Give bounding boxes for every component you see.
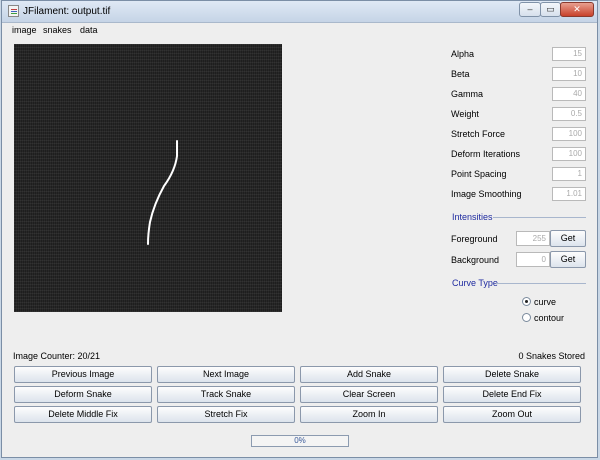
zoom-out-button[interactable]: Zoom Out xyxy=(443,406,581,423)
app-window: JFilament: output.tif – ▭ ✕ image snakes… xyxy=(1,0,598,458)
menu-data[interactable]: data xyxy=(80,25,98,35)
curve-radio-label[interactable]: curve xyxy=(534,297,556,307)
param-field-image-smoothing[interactable]: 1.01 xyxy=(552,187,586,201)
intensities-title: Intensities xyxy=(452,212,493,222)
next-image-button[interactable]: Next Image xyxy=(157,366,295,383)
foreground-get-button[interactable]: Get xyxy=(550,230,586,247)
progress-bar: 0% xyxy=(251,435,349,447)
previous-image-button[interactable]: Previous Image xyxy=(14,366,152,383)
param-label-point-spacing: Point Spacing xyxy=(451,169,507,179)
zoom-in-button[interactable]: Zoom In xyxy=(300,406,438,423)
maximize-button[interactable]: ▭ xyxy=(540,2,561,17)
filament-curve xyxy=(147,140,178,245)
param-label-gamma: Gamma xyxy=(451,89,484,99)
progress-text: 0% xyxy=(294,436,306,445)
menu-bar: image snakes data xyxy=(2,22,597,38)
foreground-label: Foreground xyxy=(451,234,498,244)
param-label-deform-iterations: Deform Iterations xyxy=(451,149,521,159)
contour-radio[interactable] xyxy=(522,313,531,322)
foreground-field[interactable]: 255 xyxy=(516,231,550,246)
stretch-fix-button[interactable]: Stretch Fix xyxy=(157,406,295,423)
menu-snakes[interactable]: snakes xyxy=(43,25,72,35)
curve-type-divider xyxy=(496,283,586,284)
param-field-gamma[interactable]: 40 xyxy=(552,87,586,101)
menu-image[interactable]: image xyxy=(12,25,37,35)
title-bar[interactable]: JFilament: output.tif – ▭ ✕ xyxy=(2,1,597,23)
clear-screen-button[interactable]: Clear Screen xyxy=(300,386,438,403)
param-field-alpha[interactable]: 15 xyxy=(552,47,586,61)
param-label-weight: Weight xyxy=(451,109,479,119)
intensities-divider xyxy=(493,217,586,218)
param-field-beta[interactable]: 10 xyxy=(552,67,586,81)
param-field-point-spacing[interactable]: 1 xyxy=(552,167,586,181)
param-field-stretch-force[interactable]: 100 xyxy=(552,127,586,141)
background-label: Background xyxy=(451,255,500,265)
deform-snake-button[interactable]: Deform Snake xyxy=(14,386,152,403)
curve-type-title: Curve Type xyxy=(452,278,498,288)
delete-snake-button[interactable]: Delete Snake xyxy=(443,366,581,383)
param-field-deform-iterations[interactable]: 100 xyxy=(552,147,586,161)
image-counter: Image Counter: 20/21 xyxy=(13,351,101,361)
delete-middle-fix-button[interactable]: Delete Middle Fix xyxy=(14,406,152,423)
param-label-alpha: Alpha xyxy=(451,49,475,59)
param-label-beta: Beta xyxy=(451,69,470,79)
contour-radio-label[interactable]: contour xyxy=(534,313,564,323)
param-label-image-smoothing: Image Smoothing xyxy=(451,189,522,199)
close-button[interactable]: ✕ xyxy=(560,2,594,17)
delete-end-fix-button[interactable]: Delete End Fix xyxy=(443,386,581,403)
minimize-button[interactable]: – xyxy=(519,2,541,17)
filament-image xyxy=(147,140,178,245)
app-icon xyxy=(8,5,19,17)
param-label-stretch-force: Stretch Force xyxy=(451,129,506,139)
image-canvas[interactable] xyxy=(14,44,282,312)
track-snake-button[interactable]: Track Snake xyxy=(157,386,295,403)
window-title: JFilament: output.tif xyxy=(23,6,111,17)
background-field[interactable]: 0 xyxy=(516,252,550,267)
snakes-stored-count: 0 Snakes Stored xyxy=(518,351,585,361)
background-get-button[interactable]: Get xyxy=(550,251,586,268)
curve-radio[interactable] xyxy=(522,297,531,306)
add-snake-button[interactable]: Add Snake xyxy=(300,366,438,383)
param-field-weight[interactable]: 0.5 xyxy=(552,107,586,121)
